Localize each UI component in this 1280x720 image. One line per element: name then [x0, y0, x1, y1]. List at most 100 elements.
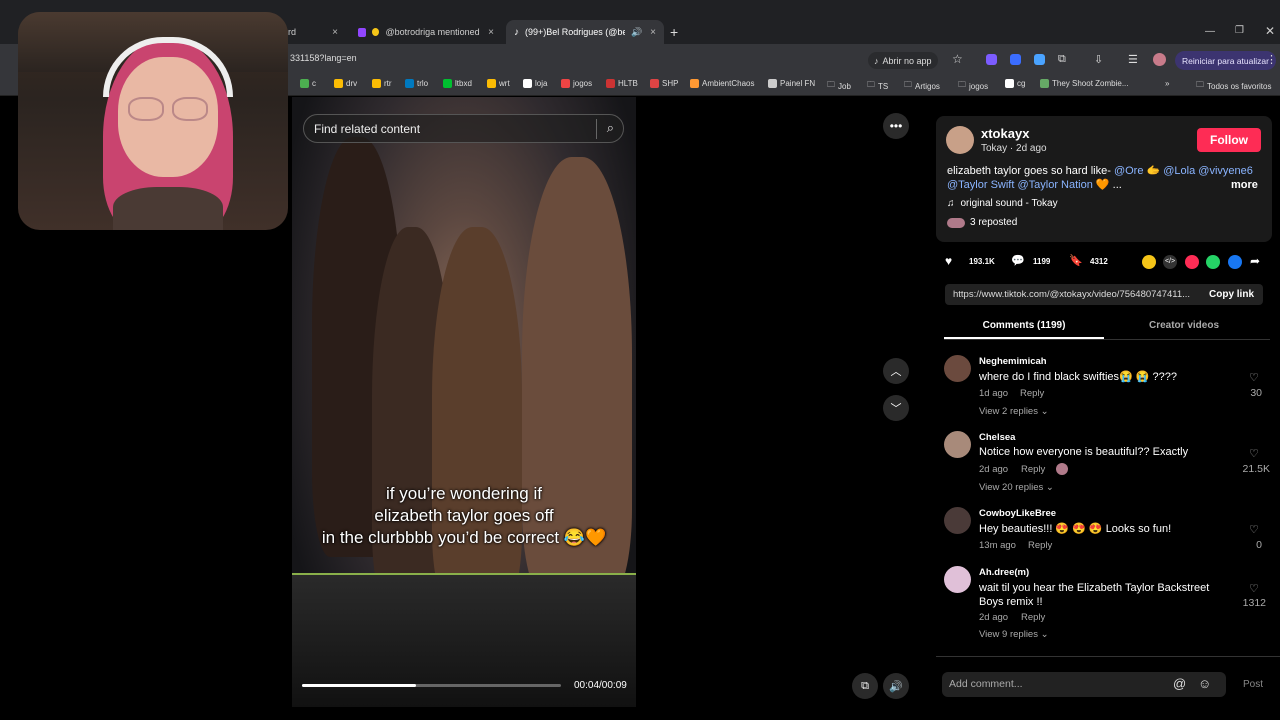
mention-link[interactable]: @Ore 🫱 [1114, 165, 1160, 177]
kebab-menu-icon[interactable]: ⋮ [1266, 53, 1277, 66]
tab-2[interactable]: @botrodriga mentioned yo × [350, 20, 502, 44]
heart-outline-icon[interactable]: ♡ [1249, 371, 1259, 384]
puzzle-icon[interactable]: ⧉ [1058, 53, 1066, 66]
previous-video-button[interactable]: ︿ [883, 358, 909, 384]
heart-icon[interactable]: ♥ [945, 254, 952, 268]
extension-icon[interactable] [1010, 54, 1021, 65]
extension-icon[interactable] [1034, 54, 1045, 65]
view-replies-button[interactable]: View 2 replies ⌄ [979, 406, 1049, 417]
mention-link[interactable]: @Taylor Nation [1017, 179, 1092, 191]
maximize-button[interactable]: ❐ [1235, 25, 1244, 36]
heart-outline-icon[interactable]: ♡ [1249, 523, 1259, 536]
tab-creator-videos[interactable]: Creator videos [1104, 320, 1264, 331]
mention-icon[interactable]: @ [1173, 676, 1186, 691]
tab-comments[interactable]: Comments (1199) [944, 320, 1104, 331]
comment-icon[interactable]: 💬 [1011, 254, 1025, 267]
progress-track[interactable] [302, 684, 561, 687]
reply-button[interactable]: Reply [1028, 540, 1052, 551]
bookmark-icon[interactable]: 🔖 [1069, 254, 1083, 267]
bookmark-item[interactable]: AmbientChaos [690, 79, 754, 88]
media-icon[interactable]: ☰ [1128, 53, 1138, 66]
commenter-avatar[interactable] [944, 355, 971, 382]
share-coin-icon[interactable] [1142, 255, 1156, 269]
bookmark-item[interactable]: ltbxd [443, 79, 472, 88]
bookmark-item[interactable]: They Shoot Zombie... [1040, 79, 1128, 88]
url-field[interactable]: 331158?lang=en [290, 53, 357, 63]
bookmark-folder[interactable]: 🗀 TS [867, 79, 888, 93]
comment-username[interactable]: Neghemimicah [979, 356, 1047, 367]
reply-button[interactable]: Reply [1021, 612, 1045, 623]
bookmark-item[interactable]: jogos [561, 79, 592, 88]
creator-avatar[interactable] [946, 126, 974, 154]
more-button[interactable]: more [1231, 179, 1258, 191]
comment-username[interactable]: Chelsea [979, 432, 1015, 443]
comment-username[interactable]: Ah.dree(m) [979, 567, 1029, 578]
all-bookmarks-folder[interactable]: 🗀 Todos os favoritos [1196, 79, 1271, 93]
bookmark-item[interactable]: Painel FN [768, 79, 815, 88]
add-comment-input[interactable]: Add comment... [949, 678, 1023, 690]
bookmark-item[interactable]: rtr [372, 79, 392, 88]
pip-icon[interactable]: ⧉ [852, 673, 878, 699]
close-window-button[interactable]: ✕ [1265, 24, 1275, 38]
minimize-button[interactable]: — [1205, 26, 1215, 37]
new-tab-button[interactable]: + [670, 24, 678, 40]
mention-link[interactable]: @Lola [1163, 165, 1195, 177]
bookmark-item[interactable]: wrt [487, 79, 510, 88]
creator-username[interactable]: xtokayx [981, 126, 1029, 141]
profile-avatar[interactable] [1153, 53, 1166, 66]
view-replies-button[interactable]: View 20 replies ⌄ [979, 482, 1054, 493]
next-video-button[interactable]: ﹀ [883, 395, 909, 421]
bookmark-folder[interactable]: 🗀 jogos [958, 79, 988, 93]
close-icon[interactable]: × [488, 27, 494, 38]
mention-link[interactable]: @Taylor Swift [947, 179, 1014, 191]
tab-3-active[interactable]: ♪ (99+)Bel Rodrigues (@bela 🔊 × [506, 20, 664, 44]
more-options-button[interactable]: ••• [883, 113, 909, 139]
tab-1[interactable]: rd × [280, 20, 346, 44]
video-player[interactable] [292, 97, 636, 707]
bookmark-item[interactable]: loja [523, 79, 547, 88]
send-icon[interactable] [1185, 255, 1199, 269]
whatsapp-icon[interactable] [1206, 255, 1220, 269]
restart-update-button[interactable]: Reiniciar para atualizar [1175, 51, 1276, 70]
close-icon[interactable]: × [332, 27, 338, 38]
bookmark-folder[interactable]: 🗀 Artigos [904, 79, 940, 93]
emoji-icon[interactable]: ☺ [1198, 676, 1211, 691]
comment-time: 1d ago [979, 388, 1009, 399]
extension-icon[interactable] [986, 54, 997, 65]
sound-link[interactable]: ♫ original sound - Tokay [947, 198, 1058, 209]
facebook-icon[interactable] [1228, 255, 1242, 269]
bookmark-folder[interactable]: 🗀 Job [827, 79, 851, 93]
mention-link[interactable]: @vivyene6 [1198, 165, 1253, 177]
copy-link-button[interactable]: Copy link [1209, 289, 1254, 300]
reply-button[interactable]: Reply [1021, 464, 1045, 475]
heart-outline-icon[interactable]: ♡ [1249, 582, 1259, 595]
bookmark-item[interactable]: cg [1005, 79, 1025, 88]
bookmark-item[interactable]: HLTB [606, 79, 638, 88]
bookmark-item[interactable]: SHP [650, 79, 678, 88]
commenter-avatar[interactable] [944, 431, 971, 458]
share-arrow-icon[interactable]: ➦ [1250, 254, 1260, 268]
commenter-avatar[interactable] [944, 507, 971, 534]
commenter-avatar[interactable] [944, 566, 971, 593]
view-replies-button[interactable]: View 9 replies ⌄ [979, 629, 1049, 640]
bookmark-item[interactable]: drv [334, 79, 357, 88]
volume-icon[interactable]: 🔊 [883, 673, 909, 699]
heart-outline-icon[interactable]: ♡ [1249, 447, 1259, 460]
bookmark-item[interactable]: trlo [405, 79, 428, 88]
share-link-text[interactable]: https://www.tiktok.com/@xtokayx/video/75… [953, 289, 1199, 300]
embed-icon[interactable]: </> [1163, 255, 1177, 269]
close-icon[interactable]: × [650, 27, 656, 38]
downloads-icon[interactable]: ⇩ [1094, 53, 1103, 66]
bookmark-item[interactable]: c [300, 79, 316, 88]
reposted-info[interactable]: 3 reposted [947, 217, 1017, 228]
follow-button[interactable]: Follow [1197, 128, 1261, 152]
open-app-button[interactable]: ♪ Abrir no app [868, 52, 938, 69]
bookmark-star-icon[interactable]: ☆ [952, 52, 963, 66]
post-button[interactable]: Post [1243, 679, 1263, 690]
speaker-icon[interactable]: 🔊 [631, 27, 642, 38]
search-icon[interactable]: ⌕ [607, 120, 614, 136]
find-related-search[interactable]: Find related content ⌕ [303, 114, 624, 143]
more-bookmarks-button[interactable]: » [1165, 79, 1169, 88]
comment-username[interactable]: CowboyLikeBree [979, 508, 1056, 519]
reply-button[interactable]: Reply [1020, 388, 1044, 399]
